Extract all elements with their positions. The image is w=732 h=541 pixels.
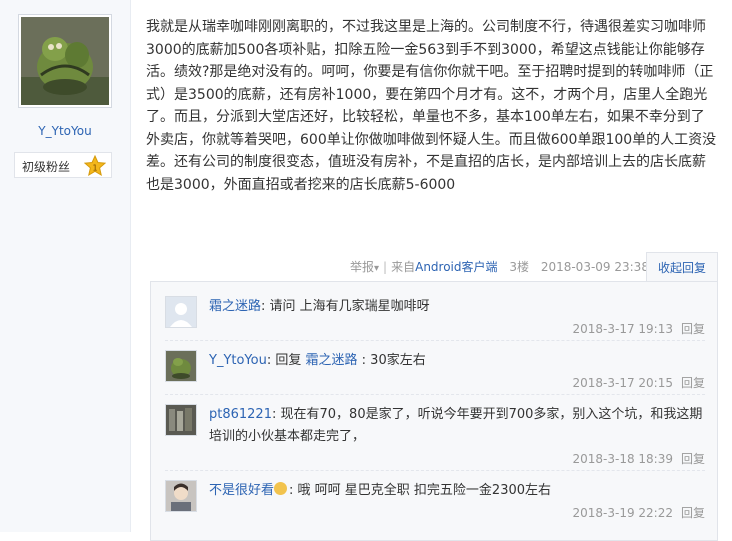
reply-content: 30家左右 <box>370 353 426 368</box>
post-line: 我就是从瑞幸咖啡刚刚离职的，不过我这里是上海的。公司制度不行，待遇很差实习咖啡师 <box>146 19 706 35</box>
reply-colon: : <box>271 407 281 422</box>
post-line: 活。绩效?那是绝对没有的。呵呵，你要是有信你你就干吧。至于招聘时提到的转咖啡师（… <box>146 64 714 80</box>
reply-content: 现在有70，80是家了，听说今年要开到700多家，别入这个坑，和我这期培训的小伙… <box>209 407 703 444</box>
author-sidebar: Y_YtoYou 初级粉丝 1 <box>0 0 131 532</box>
reply-colon: : <box>357 353 367 368</box>
star-level-icon: 1 <box>84 155 106 177</box>
post-line: 差。还有公司的制度很变态，值班没有房补，不是直招的店长，是内部培训上去的店长底薪 <box>146 154 706 170</box>
reply-content: 请问 上海有几家瑞星咖啡呀 <box>269 299 430 314</box>
fan-level-badge[interactable]: 初级粉丝 1 <box>14 152 112 178</box>
reply-meta: 2018-3-17 19:13 回复 <box>572 320 705 337</box>
post-line: 外卖店，你就等着哭吧，600单让你做咖啡做到怀疑人生。而且做600单跟100单的… <box>146 131 717 148</box>
reply-button[interactable]: 回复 <box>681 506 705 520</box>
reply-time: 2018-3-19 22:22 <box>572 506 673 520</box>
reply-to-prefix: 回复 <box>275 353 306 368</box>
post-line: 也是3000，外面直招或者挖来的店长底薪5-6000 <box>146 176 456 193</box>
reply-meta: 2018-3-17 20:15 回复 <box>572 374 705 391</box>
reply-time: 2018-3-17 19:13 <box>572 322 673 336</box>
reply-body: pt861221: 现在有70，80是家了，听说今年要开到700多家，别入这个坑… <box>209 404 703 448</box>
reply-meta: 2018-3-18 18:39 回复 <box>572 450 705 467</box>
post-datetime: 2018-03-09 23:38 <box>540 260 649 274</box>
default-user-icon <box>166 297 196 327</box>
reply-body: 不是很好看: 哦 呵呵 星巴克全职 扣完五险一金2300左右 <box>209 480 703 502</box>
post-tail: 举报▾ | 来自Android客户端 3楼 2018-03-09 23:38 <box>350 258 649 275</box>
avatar-image <box>21 17 109 105</box>
author-avatar[interactable] <box>18 14 112 108</box>
reply-username[interactable]: pt861221 <box>209 407 272 422</box>
divider <box>165 394 705 395</box>
reply-list: 霜之迷路: 请问 上海有几家瑞星咖啡呀 2018-3-17 19:13 回复 Y_… <box>150 281 718 541</box>
reply-avatar[interactable] <box>165 350 197 382</box>
reply-time: 2018-3-18 18:39 <box>572 452 673 466</box>
reply-time: 2018-3-17 20:15 <box>572 376 673 390</box>
reply-avatar[interactable] <box>165 296 197 328</box>
reply-button[interactable]: 回复 <box>681 376 705 390</box>
report-dropdown-icon[interactable]: ▾ <box>374 263 379 274</box>
reply-colon: : <box>289 483 298 498</box>
client-link[interactable]: Android客户端 <box>415 258 497 275</box>
level-number: 1 <box>92 164 97 173</box>
fan-level-label: 初级粉丝 <box>22 160 71 174</box>
reply-button[interactable]: 回复 <box>681 322 705 336</box>
from-prefix: 来自 <box>391 260 416 274</box>
avatar-image <box>166 405 196 435</box>
reply-meta: 2018-3-19 22:22 回复 <box>572 504 705 521</box>
post-content: 我就是从瑞幸咖啡刚刚离职的，不过我这里是上海的。公司制度不行，待遇很差实习咖啡师… <box>146 16 718 196</box>
divider <box>165 340 705 341</box>
author-username[interactable]: Y_YtoYou <box>0 124 130 138</box>
reply-username[interactable]: 不是很好看 <box>209 483 274 498</box>
collapse-replies-button[interactable]: 收起回复 <box>646 252 718 282</box>
avatar-image <box>166 351 196 381</box>
reply-to-username[interactable]: 霜之迷路 <box>306 353 358 368</box>
post-line: 了。而且，分派到大堂店还好，比较轻松，单量也不多，基本100单左右，如果不幸分到… <box>146 109 705 125</box>
reply-body: 霜之迷路: 请问 上海有几家瑞星咖啡呀 <box>209 296 703 318</box>
reply-colon: : <box>261 299 270 314</box>
report-link[interactable]: 举报 <box>350 258 374 275</box>
reply-username[interactable]: Y_YtoYou <box>209 353 267 368</box>
reply-button[interactable]: 回复 <box>681 452 705 466</box>
smiley-emoji-icon <box>274 482 288 495</box>
post-line: 3000的底薪加500各项补贴，扣除五险一金563到手不到3000，希望这点钱能… <box>146 41 705 58</box>
divider: | <box>383 260 388 274</box>
floor-number: 3楼 <box>509 260 529 274</box>
reply-avatar[interactable] <box>165 480 197 512</box>
reply-content: 哦 呵呵 星巴克全职 扣完五险一金2300左右 <box>297 483 552 498</box>
reply-avatar[interactable] <box>165 404 197 436</box>
avatar-image <box>166 481 196 511</box>
divider <box>165 470 705 471</box>
reply-username[interactable]: 霜之迷路 <box>209 299 261 314</box>
reply-body: Y_YtoYou: 回复 霜之迷路 : 30家左右 <box>209 350 703 372</box>
post-line: 式）是3500的底薪，还有房补1000，要在第四个月才有。这不，才两个月，店里人… <box>146 86 708 103</box>
